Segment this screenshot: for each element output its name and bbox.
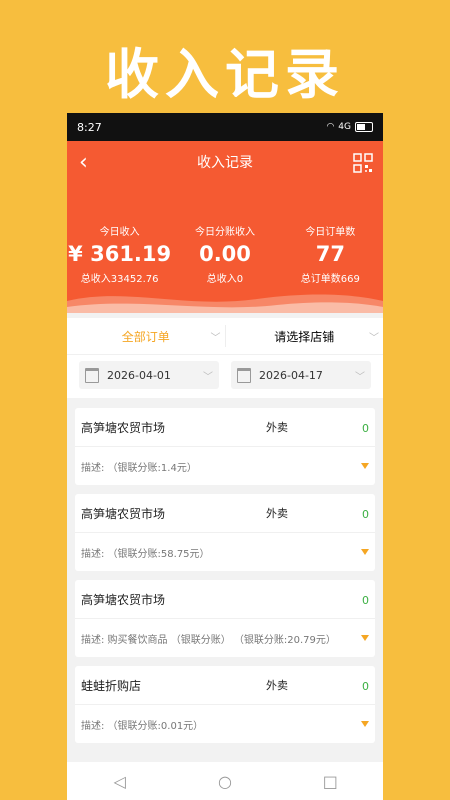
record-amount: 0 [362, 422, 369, 435]
status-bar: 8:27 ◠ 4G [67, 113, 383, 141]
back-arrow-icon[interactable]: ‹ [79, 150, 88, 175]
chevron-down-icon: ﹀ [369, 332, 379, 344]
recents-square-icon[interactable]: □ [310, 772, 350, 791]
end-date-value: 2026-04-17 [259, 368, 323, 382]
record-detail: 描述: （银联分账:0.01元） [75, 705, 375, 743]
record-store: 高笋塘农贸市场 [81, 592, 166, 607]
record-detail: 描述: 购买餐饮商品 （银联分账） （银联分账:20.79元） [75, 619, 375, 657]
filter-row: 全部订单 ﹀ 请选择店铺 ﹀ [67, 318, 383, 355]
home-circle-icon[interactable]: ○ [205, 772, 245, 791]
record-store: 蛙蛙折购店 [81, 678, 142, 693]
start-date-value: 2026-04-01 [107, 368, 171, 382]
store-select-placeholder: 请选择店铺 [274, 329, 335, 344]
record-header: 高笋塘农贸市场 外卖 0 [75, 494, 375, 533]
record-detail: 描述: （银联分账:58.75元） [75, 533, 375, 571]
status-time: 8:27 [77, 120, 102, 134]
expand-triangle-icon[interactable] [361, 635, 369, 641]
header-wave [67, 294, 383, 313]
record-card[interactable]: 高笋塘农贸市场 外卖 0 描述: （银联分账:58.75元） [75, 494, 375, 571]
record-store: 高笋塘农贸市场 [81, 506, 166, 521]
record-type: 外卖 [266, 421, 288, 434]
record-desc: 描述: （银联分账:0.01元） [81, 720, 204, 732]
chevron-down-icon: ﹀ [203, 371, 213, 383]
stat-label: 今日订单数 [305, 227, 356, 238]
expand-triangle-icon[interactable] [361, 463, 369, 469]
stat-label: 今日收入 [99, 227, 140, 238]
stat-value: 77 [315, 242, 345, 266]
record-type: 外卖 [266, 507, 288, 520]
record-card[interactable]: 蛙蛙折购店 外卖 0 描述: （银联分账:0.01元） [75, 666, 375, 743]
chevron-down-icon: ﹀ [210, 332, 221, 344]
order-type-dropdown[interactable]: 全部订单 ﹀ [67, 328, 225, 345]
order-type-label: 全部订单 [121, 329, 170, 344]
chevron-down-icon: ﹀ [355, 371, 365, 383]
income-header: ‹ 收入记录 今日收入 ¥ 361.19 总收入33452.76 今日分账收入 … [67, 141, 383, 313]
expand-triangle-icon[interactable] [361, 721, 369, 727]
date-range: 2026-04-01 ﹀ 2026-04-17 ﹀ [67, 355, 383, 395]
record-desc: 描述: 购买餐饮商品 （银联分账） （银联分账:20.79元） [81, 634, 336, 646]
record-amount: 0 [362, 508, 369, 521]
promo-title: 收入记录 [105, 43, 345, 106]
stat-value: 0.00 [199, 242, 251, 266]
income-stats: 今日收入 ¥ 361.19 总收入33452.76 今日分账收入 0.00 总收… [67, 223, 383, 285]
expand-triangle-icon[interactable] [361, 549, 369, 555]
stat-today-income: 今日收入 ¥ 361.19 总收入33452.76 [67, 223, 172, 285]
stat-today-orders: 今日订单数 77 总订单数669 [278, 223, 383, 285]
record-header: 高笋塘农贸市场 0 [75, 580, 375, 619]
record-card[interactable]: 高笋塘农贸市场 0 描述: 购买餐饮商品 （银联分账） （银联分账:20.79元… [75, 580, 375, 657]
nav-bar: ‹ 收入记录 [67, 141, 383, 183]
record-detail: 描述: （银联分账:1.4元） [75, 447, 375, 485]
record-type: 外卖 [266, 679, 288, 692]
end-date-picker[interactable]: 2026-04-17 ﹀ [231, 361, 371, 389]
filter-panel: 全部订单 ﹀ 请选择店铺 ﹀ 2026-04-01 ﹀ 2026-04-17 ﹀ [67, 318, 383, 398]
stat-today-split-income: 今日分账收入 0.00 总收入0 [172, 223, 277, 285]
record-desc: 描述: （银联分账:1.4元） [81, 462, 197, 474]
record-amount: 0 [362, 594, 369, 607]
system-nav-bar: ◁ ○ □ [67, 762, 383, 800]
store-select-dropdown[interactable]: 请选择店铺 ﹀ [226, 328, 384, 345]
stat-value: ¥ 361.19 [68, 242, 172, 266]
battery-icon [355, 122, 373, 132]
calendar-icon [237, 367, 251, 383]
calendar-icon [85, 367, 99, 383]
record-header: 蛙蛙折购店 外卖 0 [75, 666, 375, 705]
record-desc: 描述: （银联分账:58.75元） [81, 548, 210, 560]
wifi-icon: ◠ [326, 122, 335, 132]
income-record-list: 高笋塘农贸市场 外卖 0 描述: （银联分账:1.4元） 高笋塘农贸市场 外卖 … [67, 398, 383, 743]
qr-code-icon[interactable] [353, 153, 373, 173]
back-triangle-icon[interactable]: ◁ [100, 772, 140, 791]
phone-screen: 8:27 ◠ 4G ‹ 收入记录 今日收入 ¥ 361.19 总收入33452.… [67, 113, 383, 800]
record-header: 高笋塘农贸市场 外卖 0 [75, 408, 375, 447]
record-card[interactable]: 高笋塘农贸市场 外卖 0 描述: （银联分账:1.4元） [75, 408, 375, 485]
start-date-picker[interactable]: 2026-04-01 ﹀ [79, 361, 219, 389]
signal-label: 4G [338, 122, 351, 132]
stat-label: 今日分账收入 [194, 227, 255, 238]
record-amount: 0 [362, 680, 369, 693]
record-store: 高笋塘农贸市场 [81, 420, 166, 435]
page-title: 收入记录 [197, 155, 253, 171]
status-icons: ◠ 4G [326, 122, 373, 132]
